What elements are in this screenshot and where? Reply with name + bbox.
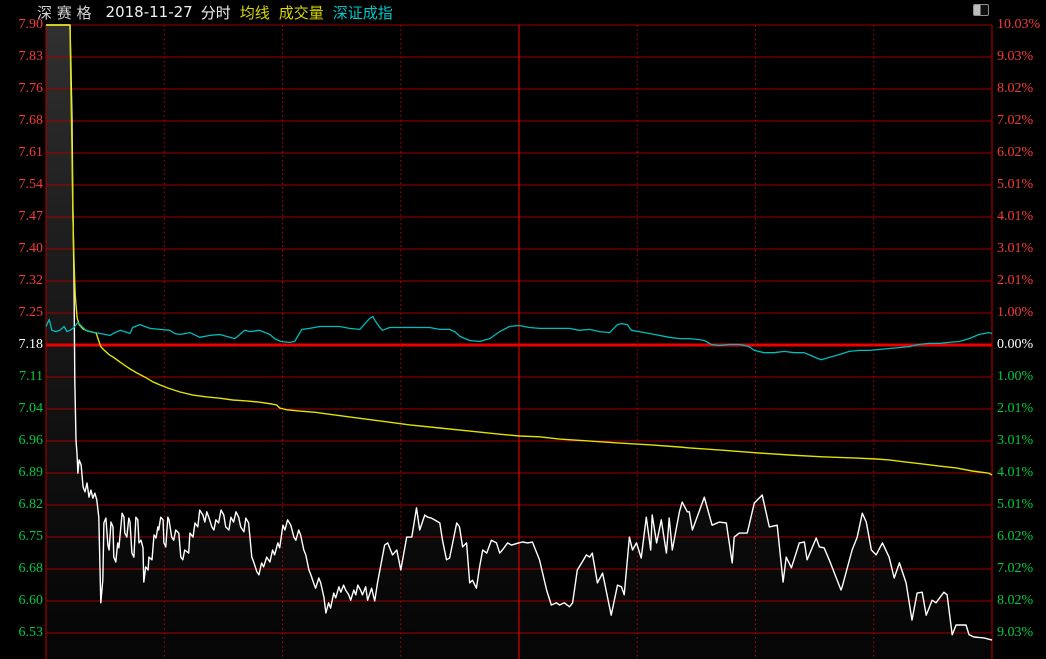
price-axis-label: 7.25 (1, 304, 43, 322)
percent-axis-label: 6.02% (997, 144, 1046, 162)
price-axis-label: 6.89 (1, 464, 43, 482)
view-mode-label: 分时 (201, 2, 231, 23)
price-axis-label: 6.68 (1, 560, 43, 578)
percent-axis-label: 9.03% (997, 624, 1046, 642)
legend-volume[interactable]: 成交量 (279, 2, 324, 23)
price-axis-label: 7.04 (1, 400, 43, 418)
legend-szse-index[interactable]: 深证成指 (333, 2, 393, 23)
percent-axis-label: 8.02% (997, 80, 1046, 98)
percent-axis-label: 10.03% (997, 16, 1046, 34)
percent-axis-label: 2.01% (997, 272, 1046, 290)
percent-axis-label: 9.03% (997, 48, 1046, 66)
price-axis-label: 7.11 (1, 368, 43, 386)
price-axis-label: 7.54 (1, 176, 43, 194)
price-axis-label: 7.68 (1, 112, 43, 130)
percent-axis-label: 7.02% (997, 560, 1046, 578)
price-axis-label: 6.96 (1, 432, 43, 450)
percent-axis-label: 2.01% (997, 400, 1046, 418)
chart-header: 深 赛 格 2018-11-27 分时均线成交量深证成指 (37, 2, 393, 22)
price-axis-label: 7.47 (1, 208, 43, 226)
percent-axis-label: 4.01% (997, 464, 1046, 482)
price-axis-label: 7.18 (1, 336, 43, 354)
percent-axis-label: 0.00% (997, 336, 1046, 354)
percent-axis-label: 5.01% (997, 496, 1046, 514)
price-axis-label: 7.83 (1, 48, 43, 66)
percent-axis-label: 3.01% (997, 240, 1046, 258)
price-axis-label: 7.61 (1, 144, 43, 162)
percent-axis-label: 4.01% (997, 208, 1046, 226)
price-axis-label: 6.60 (1, 592, 43, 610)
price-axis-label: 6.75 (1, 528, 43, 546)
percent-axis-label: 7.02% (997, 112, 1046, 130)
percent-axis-label: 5.01% (997, 176, 1046, 194)
stock-name: 深 赛 格 (37, 2, 92, 23)
price-axis-label: 6.53 (1, 624, 43, 642)
price-axis-label: 6.82 (1, 496, 43, 514)
intraday-chart[interactable] (0, 0, 1046, 659)
window-pane-icon[interactable] (973, 4, 989, 16)
price-axis-label: 7.76 (1, 80, 43, 98)
price-axis-label: 7.40 (1, 240, 43, 258)
trade-date: 2018-11-27 (106, 3, 193, 21)
percent-axis-label: 1.00% (997, 304, 1046, 322)
price-axis-label: 7.32 (1, 272, 43, 290)
percent-axis-label: 8.02% (997, 592, 1046, 610)
legend-avg-line[interactable]: 均线 (240, 2, 270, 23)
percent-axis-label: 6.02% (997, 528, 1046, 546)
percent-axis-label: 3.01% (997, 432, 1046, 450)
price-axis-label: 7.90 (1, 16, 43, 34)
intraday-chart-window: 深 赛 格 2018-11-27 分时均线成交量深证成指 7.90 7.83 7.76 7… (0, 0, 1046, 659)
percent-axis-label: 1.00% (997, 368, 1046, 386)
